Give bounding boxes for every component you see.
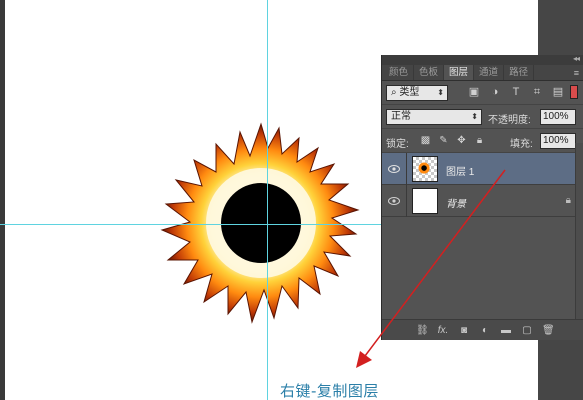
canvas-left-edge: [0, 0, 5, 400]
layers-list-empty-area: [382, 241, 583, 319]
folder-icon[interactable]: ▬: [500, 325, 512, 336]
new-layer-icon[interactable]: ▢: [521, 325, 533, 336]
lock-label: 锁定:: [386, 139, 409, 150]
trash-icon[interactable]: 🗑︎: [542, 325, 555, 336]
filter-icons: ▣ ◑ T ⌗ ▤: [468, 86, 564, 98]
blend-mode-value: 正常: [391, 111, 411, 122]
collapse-icon[interactable]: ◂◂: [573, 54, 580, 63]
panel-menu-icon[interactable]: ≡: [574, 68, 579, 78]
lock-brush-icon[interactable]: ✎: [438, 135, 449, 146]
layer-thumbnail[interactable]: [412, 188, 438, 214]
adjustment-layer-icon[interactable]: ◐: [479, 325, 491, 336]
layer-thumbnail[interactable]: [412, 156, 438, 182]
divider: [406, 185, 407, 217]
filter-type-dropdown[interactable]: ⌕ 类型 ⬍: [386, 85, 448, 101]
lock-row: 锁定: ▩ ✎ ✥ 🔒︎ 填充: 100%: [382, 129, 583, 153]
eclipse-flame-artwork: [160, 122, 360, 324]
filter-type-value: 类型: [399, 87, 420, 98]
mask-icon[interactable]: ◙: [458, 325, 470, 336]
fx-icon[interactable]: fx.: [437, 325, 449, 336]
lock-move-icon[interactable]: ✥: [456, 135, 467, 146]
fill-label: 填充:: [510, 139, 533, 150]
eclipse-thumbnail-icon: [418, 162, 430, 174]
tab-swatches[interactable]: 色板: [414, 65, 445, 80]
divider: [406, 153, 407, 185]
tab-paths[interactable]: 路径: [504, 65, 535, 80]
blend-row: 正常 ⬍ 不透明度: 100%: [382, 105, 583, 129]
lock-all-icon[interactable]: 🔒︎: [474, 135, 485, 146]
panel-title-bar[interactable]: ◂◂: [382, 54, 583, 65]
panel-bottom-toolbar: ⛓ fx. ◙ ◐ ▬ ▢ 🗑︎: [382, 319, 583, 340]
fill-field[interactable]: 100%: [540, 133, 576, 149]
link-icon[interactable]: ⛓: [416, 325, 429, 336]
opacity-field[interactable]: 100%: [540, 109, 576, 125]
eye-icon[interactable]: [388, 164, 400, 174]
type-filter-icon[interactable]: T: [510, 86, 522, 98]
annotation-caption: 右键-复制图层: [280, 382, 379, 400]
pixel-filter-icon[interactable]: ▣: [468, 86, 480, 98]
tab-channels[interactable]: 通道: [474, 65, 505, 80]
layers-panel: ◂◂ 颜色 色板 图层 通道 路径 ≡ ⌕ 类型 ⬍ ▣ ◑ T ⌗ ▤ 正常 …: [381, 54, 583, 340]
chevron-updown-icon: ⬍: [437, 88, 444, 97]
adjustment-filter-icon[interactable]: ◑: [489, 86, 501, 98]
lock-icons: ▩ ✎ ✥ 🔒︎: [420, 135, 485, 146]
panel-tabs: 颜色 色板 图层 通道 路径 ≡: [382, 65, 583, 81]
layer-name[interactable]: 图层 1: [446, 163, 474, 178]
opacity-value: 100%: [543, 111, 569, 122]
layer-name[interactable]: 背景: [446, 195, 466, 210]
smart-object-filter-icon[interactable]: ▤: [552, 86, 564, 98]
lock-icon: 🔒︎: [565, 195, 571, 206]
blend-mode-dropdown[interactable]: 正常 ⬍: [386, 109, 482, 125]
tab-layers[interactable]: 图层: [444, 65, 475, 80]
layers-scrollbar[interactable]: [575, 143, 583, 319]
lock-transparent-icon[interactable]: ▩: [420, 135, 431, 146]
chevron-updown-icon: ⬍: [471, 112, 478, 121]
layer-row-layer1[interactable]: 图层 1: [382, 153, 583, 185]
tab-color[interactable]: 颜色: [384, 65, 415, 80]
filter-row: ⌕ 类型 ⬍ ▣ ◑ T ⌗ ▤: [382, 81, 583, 105]
fill-value: 100%: [543, 135, 569, 146]
vertical-guide[interactable]: [267, 0, 268, 400]
shape-filter-icon[interactable]: ⌗: [531, 86, 543, 98]
eye-icon[interactable]: [388, 196, 400, 206]
opacity-label: 不透明度:: [488, 115, 531, 126]
layer-row-background[interactable]: 背景 🔒︎: [382, 185, 583, 217]
filter-toggle-switch[interactable]: [570, 85, 578, 99]
